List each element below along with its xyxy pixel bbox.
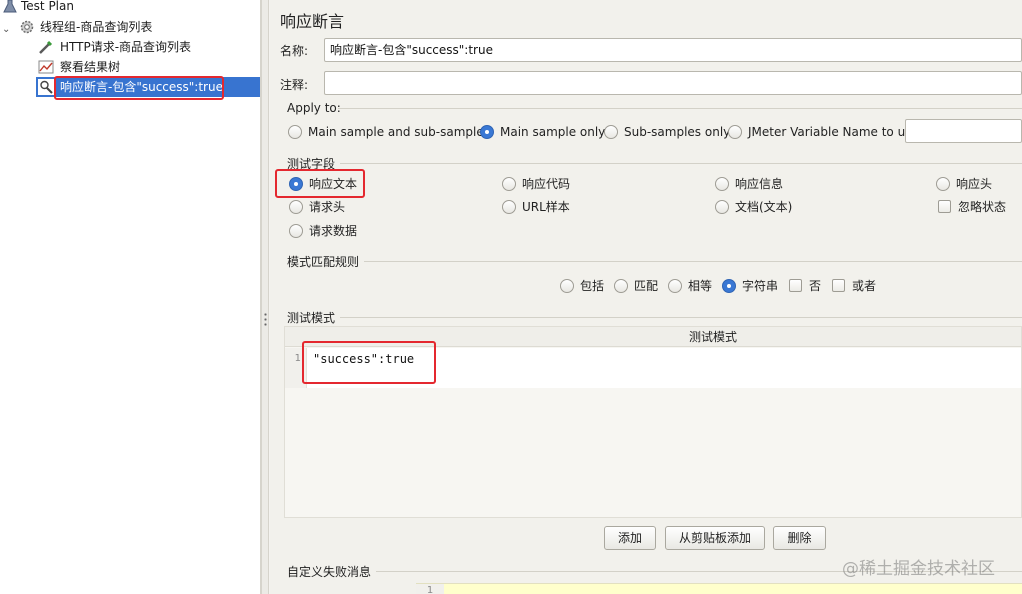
tree-node-http-request[interactable]: HTTP请求-商品查询列表	[0, 37, 260, 57]
test-patterns-label: 测试模式	[287, 311, 336, 325]
chart-icon	[38, 59, 54, 75]
tree-label: 线程组-商品查询列表	[40, 20, 153, 34]
page-title: 响应断言	[280, 12, 345, 31]
tree-node-test-plan[interactable]: Test Plan	[0, 0, 260, 16]
pattern-editor[interactable]: 1 "success":true	[285, 348, 1021, 388]
divider	[364, 261, 1022, 262]
radio-url-sample[interactable]: URL样本	[502, 198, 570, 216]
panel-splitter[interactable]	[261, 0, 269, 594]
radio-sub-only[interactable]: Sub-samples only	[604, 123, 730, 141]
comment-label: 注释:	[280, 78, 309, 92]
radio-substring[interactable]: 字符串	[722, 277, 778, 295]
test-plan-tree[interactable]: Test Plan ⌄ 线程组-商品查询列表 HTTP请求-商品查询列表 察看结…	[0, 0, 261, 594]
tree-node-thread-group[interactable]: ⌄ 线程组-商品查询列表	[0, 17, 260, 37]
name-label: 名称:	[280, 44, 309, 58]
column-header-label: 测试模式	[688, 330, 737, 344]
radio-response-code[interactable]: 响应代码	[502, 175, 570, 193]
checkbox-ignore-status[interactable]: 忽略状态	[938, 198, 1006, 216]
assertion-panel: 响应断言 名称: 响应断言-包含"success":true 注释: Apply…	[270, 0, 1022, 594]
pattern-text[interactable]: "success":true	[313, 352, 414, 366]
custom-failure-label: 自定义失败消息	[287, 565, 372, 579]
pipette-icon	[38, 39, 54, 55]
radio-response-text[interactable]: 响应文本	[289, 175, 357, 193]
line-number: 1	[285, 348, 307, 388]
tree-label: Test Plan	[21, 0, 74, 13]
tree-label: 察看结果树	[60, 60, 121, 74]
add-from-clipboard-button[interactable]: 从剪贴板添加	[665, 526, 765, 550]
radio-main-only[interactable]: Main sample only	[480, 123, 605, 141]
tree-node-result-tree[interactable]: 察看结果树	[0, 57, 260, 77]
name-field[interactable]: 响应断言-包含"success":true	[324, 38, 1022, 62]
tree-label: 响应断言-包含"success":true	[60, 80, 223, 94]
line-number: 1	[416, 584, 444, 594]
radio-jmeter-variable[interactable]: JMeter Variable Name to use	[728, 123, 919, 141]
radio-equals[interactable]: 相等	[668, 277, 712, 295]
radio-document-text[interactable]: 文档(文本)	[715, 198, 792, 216]
flask-icon	[2, 0, 18, 14]
radio-request-data[interactable]: 请求数据	[289, 222, 357, 240]
radio-response-message[interactable]: 响应信息	[715, 175, 783, 193]
comment-field[interactable]	[324, 71, 1022, 95]
checkbox-not[interactable]: 否	[789, 277, 821, 295]
radio-main-and-sub[interactable]: Main sample and sub-samples	[288, 123, 490, 141]
jmeter-variable-input[interactable]	[905, 119, 1022, 143]
divider	[338, 108, 1022, 109]
tree-label: HTTP请求-商品查询列表	[60, 40, 192, 54]
gear-icon	[19, 19, 35, 35]
divider	[340, 317, 1022, 318]
tree-node-assertion[interactable]: 响应断言-包含"success":true	[36, 77, 260, 97]
checkbox-or[interactable]: 或者	[832, 277, 876, 295]
pattern-rules-label: 模式匹配规则	[287, 255, 360, 269]
delete-button[interactable]: 删除	[773, 526, 826, 550]
failure-message-editor[interactable]: 1	[416, 583, 1022, 594]
test-patterns-table[interactable]: 测试模式 1 "success":true	[284, 326, 1022, 518]
drag-handle-icon[interactable]	[264, 312, 267, 326]
add-button[interactable]: 添加	[604, 526, 656, 550]
radio-response-headers[interactable]: 响应头	[936, 175, 992, 193]
radio-request-headers[interactable]: 请求头	[289, 198, 345, 216]
apply-to-label: Apply to:	[287, 101, 341, 115]
divider	[340, 163, 1022, 164]
radio-matches[interactable]: 匹配	[614, 277, 658, 295]
watermark: @稀土掘金技术社区	[842, 559, 995, 579]
magnifier-icon	[38, 79, 54, 95]
test-field-label: 测试字段	[287, 157, 336, 171]
table-column-header: 测试模式	[285, 327, 1021, 347]
radio-contains[interactable]: 包括	[560, 277, 604, 295]
